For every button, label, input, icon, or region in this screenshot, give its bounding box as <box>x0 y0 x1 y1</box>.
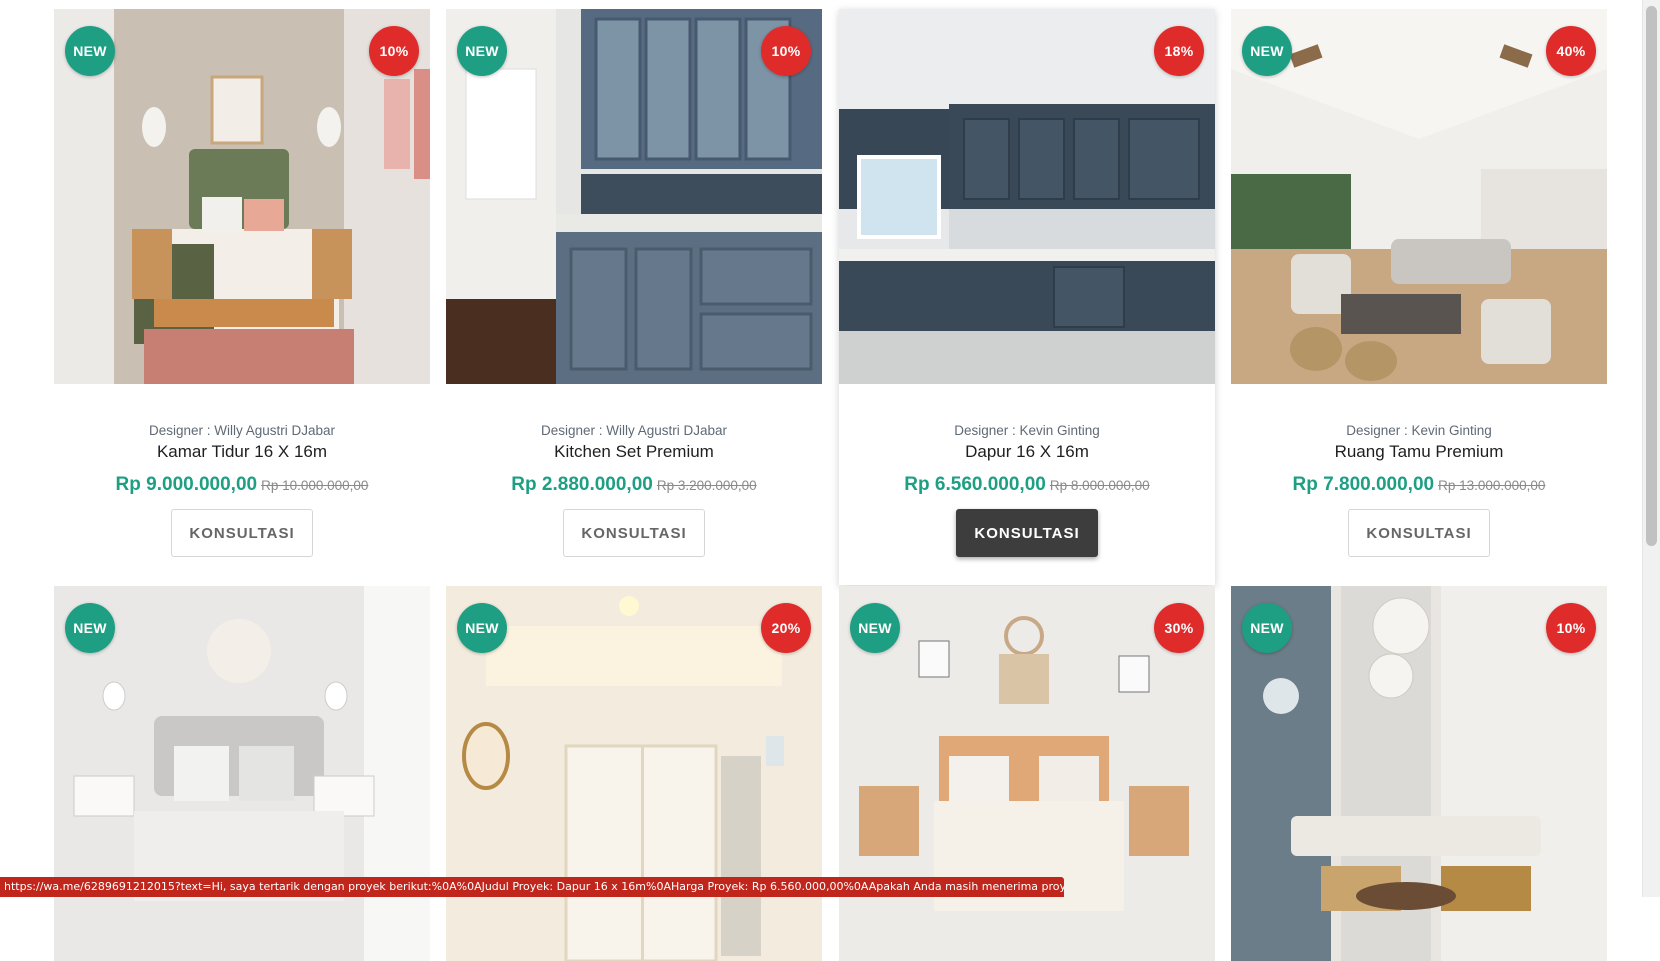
designer-name: Kevin Ginting <box>1019 423 1100 438</box>
product-card: NEW 40% Designer : Kevin Ginting Ruang T… <box>1231 9 1607 585</box>
designer-label: Designer : Willy Agustri DJabar <box>54 423 430 438</box>
product-card: NEW 10% Designer : Willy Agustri DJabar … <box>54 9 430 585</box>
price-current: Rp 7.800.000,00 <box>1292 474 1435 495</box>
new-badge: NEW <box>1242 603 1292 653</box>
product-name: Dapur 16 X 16m <box>965 442 1089 461</box>
product-card: NEW 10% <box>1231 586 1607 961</box>
vertical-scrollbar[interactable] <box>1642 0 1660 897</box>
price-original: Rp 3.200.000,00 <box>656 478 757 493</box>
product-card: 18% Designer : Kevin Ginting Dapur 16 X … <box>839 9 1215 585</box>
link-status-bar: https://wa.me/6289691212015?text=Hi, say… <box>0 877 1064 897</box>
konsultasi-button[interactable]: KONSULTASI <box>563 509 705 557</box>
discount-badge: 10% <box>761 26 811 76</box>
product-card: NEW <box>54 586 430 961</box>
discount-badge: 18% <box>1154 26 1204 76</box>
product-card: NEW 10% Designer : Willy Agustri DJabar … <box>446 9 822 585</box>
new-badge: NEW <box>850 603 900 653</box>
designer-prefix: Designer : <box>954 423 1016 438</box>
discount-badge: 10% <box>369 26 419 76</box>
designer-name: Willy Agustri DJabar <box>214 423 336 438</box>
designer-label: Designer : Kevin Ginting <box>839 423 1215 438</box>
discount-badge: 20% <box>761 603 811 653</box>
product-card: NEW 30% <box>839 586 1215 961</box>
designer-name: Willy Agustri DJabar <box>606 423 728 438</box>
new-badge: NEW <box>65 603 115 653</box>
price-original: Rp 13.000.000,00 <box>1438 478 1546 493</box>
new-badge: NEW <box>1242 26 1292 76</box>
product-name: Kamar Tidur 16 X 16m <box>156 442 328 461</box>
konsultasi-button[interactable]: KONSULTASI <box>171 509 313 557</box>
discount-badge: 10% <box>1546 603 1596 653</box>
price-current: Rp 2.880.000,00 <box>511 474 653 495</box>
designer-prefix: Designer : <box>148 423 211 438</box>
new-badge: NEW <box>457 603 507 653</box>
price-current: Rp 9.000.000,00 <box>115 474 258 495</box>
konsultasi-button[interactable]: KONSULTASI <box>1348 509 1490 557</box>
product-name: Ruang Tamu Premium <box>1334 442 1504 461</box>
new-badge: NEW <box>457 26 507 76</box>
price-original: Rp 8.000.000,00 <box>1049 478 1150 493</box>
scrollbar-thumb[interactable] <box>1646 6 1657 546</box>
konsultasi-button[interactable]: KONSULTASI <box>956 509 1098 557</box>
designer-label: Designer : Kevin Ginting <box>1231 423 1607 438</box>
price-current: Rp 6.560.000,00 <box>904 474 1046 495</box>
product-name: Kitchen Set Premium <box>554 442 714 461</box>
product-card: NEW 20% <box>446 586 822 961</box>
designer-prefix: Designer : <box>540 423 603 438</box>
discount-badge: 30% <box>1154 603 1204 653</box>
new-badge: NEW <box>65 26 115 76</box>
designer-prefix: Designer : <box>1346 423 1408 438</box>
designer-label: Designer : Willy Agustri DJabar <box>446 423 822 438</box>
price-original: Rp 10.000.000,00 <box>261 478 369 493</box>
designer-name: Kevin Ginting <box>1411 423 1492 438</box>
discount-badge: 40% <box>1546 26 1596 76</box>
